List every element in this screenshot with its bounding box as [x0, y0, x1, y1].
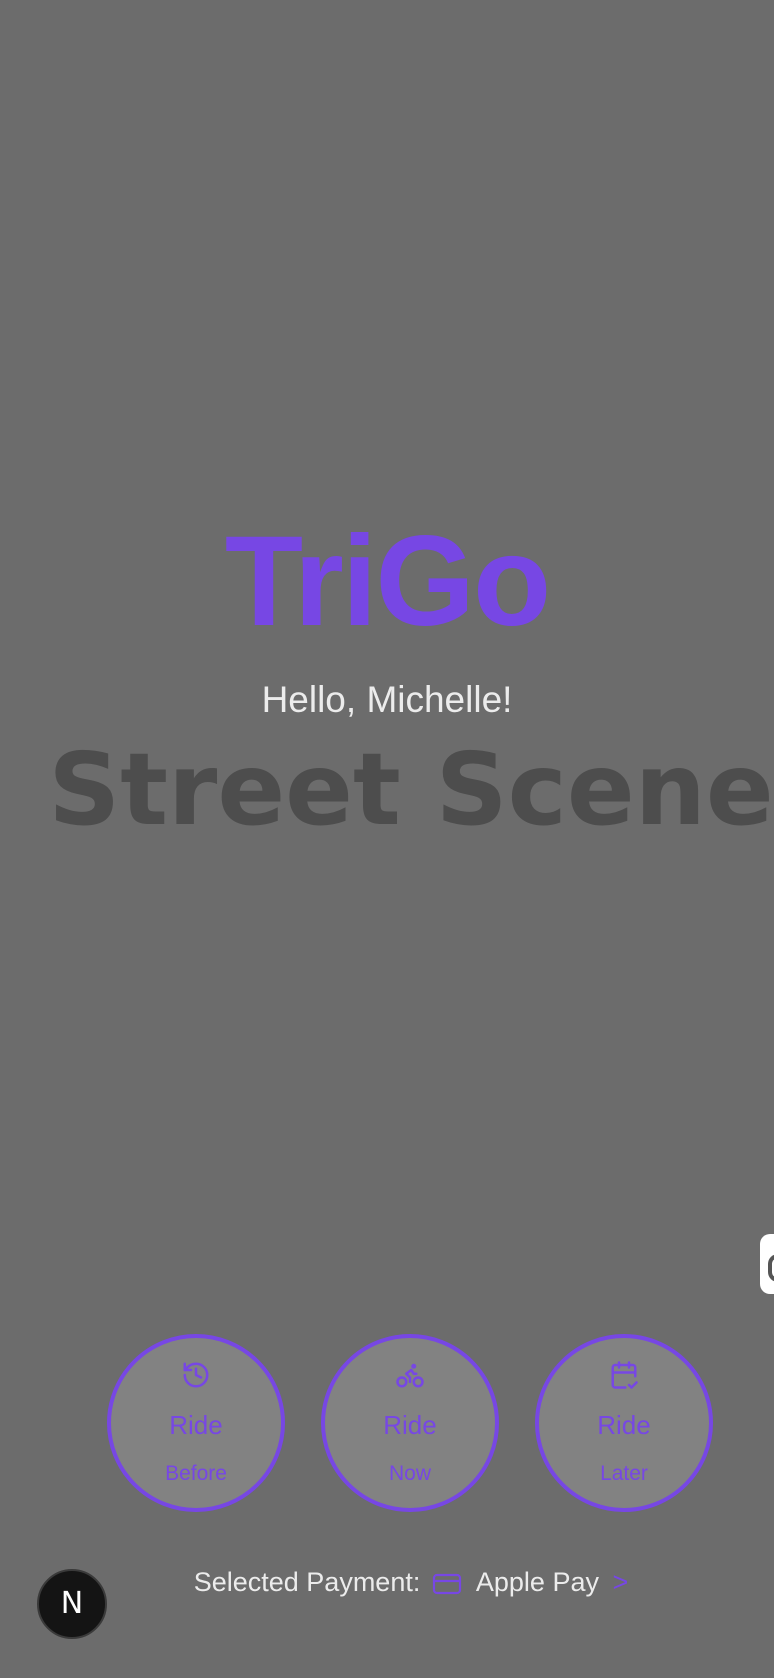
ride-now-label: Ride: [383, 1410, 437, 1440]
ride-now-sublabel: Now: [388, 1462, 431, 1485]
bicycle-icon: [395, 1360, 425, 1390]
selected-payment-row: Selected Payment: Apple Pay >: [0, 1564, 774, 1600]
greeting-text: Hello, Michelle!: [261, 679, 513, 720]
payment-method-link[interactable]: Apple Pay: [476, 1567, 599, 1597]
ride-later-sublabel: Later: [600, 1462, 648, 1485]
payment-prefix-label: Selected Payment:: [193, 1567, 421, 1597]
background-image-placeholder-text: Street Scene: [48, 731, 774, 848]
calendar-check-icon: [609, 1360, 639, 1390]
side-drawer-handle[interactable]: [760, 1234, 774, 1294]
history-icon: [181, 1360, 211, 1390]
framework-dev-badge[interactable]: N: [37, 1569, 107, 1639]
ride-before-button[interactable]: Ride Before: [107, 1334, 285, 1512]
payment-chevron-link[interactable]: >: [613, 1567, 629, 1597]
ride-now-button[interactable]: Ride Now: [321, 1334, 499, 1512]
ride-later-label: Ride: [597, 1410, 651, 1440]
ride-later-button[interactable]: Ride Later: [535, 1334, 713, 1512]
app-logo-title: TriGo: [224, 510, 551, 653]
ride-before-sublabel: Before: [165, 1462, 227, 1485]
credit-card-icon: [432, 1572, 462, 1596]
ride-before-label: Ride: [169, 1410, 223, 1440]
